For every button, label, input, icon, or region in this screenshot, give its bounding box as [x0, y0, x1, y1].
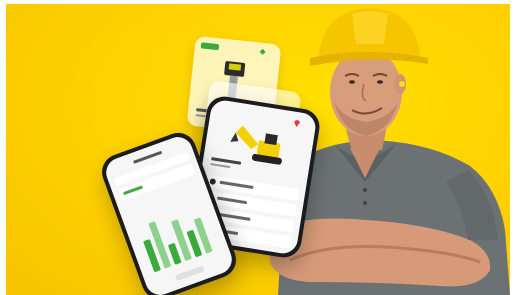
favorite-icon	[259, 48, 266, 55]
ear-plug	[399, 81, 405, 87]
brand-logo-icon	[200, 42, 219, 50]
photo-scene	[0, 0, 516, 295]
